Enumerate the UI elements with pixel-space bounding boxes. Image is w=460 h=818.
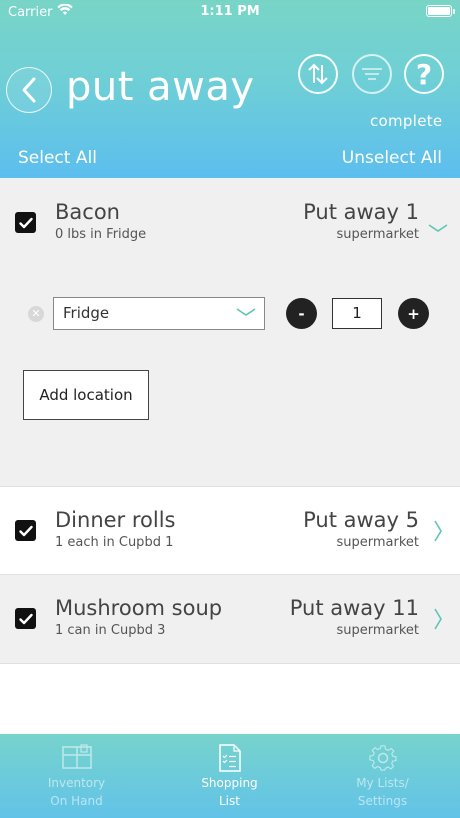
expand-button[interactable]	[433, 520, 443, 546]
filter-icon	[362, 68, 382, 80]
back-button[interactable]	[6, 67, 52, 113]
tab-bar: Inventory On Hand Shopping List My Lists…	[0, 734, 460, 818]
item-detail: 1 each in Cupbd 1	[55, 535, 174, 550]
location-select[interactable]: Fridge	[53, 297, 265, 330]
chevron-right-icon	[434, 608, 442, 630]
item-checkbox[interactable]	[15, 212, 36, 233]
put-away-count: Put away 1	[303, 200, 419, 224]
store-name: supermarket	[336, 535, 419, 550]
item-checkbox[interactable]	[15, 608, 36, 629]
item-name: Bacon	[55, 200, 120, 224]
increment-button[interactable]: +	[398, 298, 429, 329]
store-name: supermarket	[336, 623, 419, 638]
store-name: supermarket	[336, 227, 419, 242]
list-item[interactable]: Mushroom soup 1 can in Cupbd 3 Put away …	[0, 575, 460, 664]
chevron-left-icon	[22, 77, 36, 103]
header: Carrier 1:11 PM put away ? complete Sele…	[0, 0, 460, 178]
checkmark-icon	[18, 613, 33, 624]
put-away-count: Put away 5	[303, 508, 419, 532]
expand-button[interactable]	[433, 608, 443, 634]
chevron-right-icon	[434, 520, 442, 542]
put-away-count: Put away 11	[289, 596, 419, 620]
tab-label: Shopping List	[201, 776, 258, 808]
put-away-list: Bacon 0 lbs in Fridge Put away 1 superma…	[0, 178, 460, 664]
battery-icon	[426, 5, 452, 17]
page-title: put away	[66, 64, 255, 110]
unselect-all-button[interactable]: Unselect All	[342, 148, 442, 168]
tab-inventory[interactable]: Inventory On Hand	[0, 734, 153, 818]
tab-shopping-list[interactable]: Shopping List	[153, 734, 306, 818]
tab-label: Inventory On Hand	[47, 776, 106, 808]
close-icon: ✕	[31, 307, 41, 320]
decrement-button[interactable]: -	[286, 298, 317, 329]
location-select-value: Fridge	[63, 304, 110, 322]
status-bar: Carrier 1:11 PM	[0, 0, 460, 24]
plus-label: +	[407, 304, 420, 323]
item-checkbox[interactable]	[15, 520, 36, 541]
list-item: Bacon 0 lbs in Fridge Put away 1 superma…	[0, 178, 460, 487]
help-button[interactable]: ?	[404, 54, 444, 94]
filter-button[interactable]	[352, 54, 392, 94]
chevron-down-icon	[428, 224, 448, 232]
list-item[interactable]: Dinner rolls 1 each in Cupbd 1 Put away …	[0, 487, 460, 575]
tab-settings[interactable]: My Lists/ Settings	[306, 734, 459, 818]
item-name: Dinner rolls	[55, 508, 176, 532]
add-location-button[interactable]: Add location	[23, 370, 149, 420]
sort-icon	[308, 63, 328, 85]
complete-button[interactable]: complete	[370, 112, 442, 130]
inventory-icon	[61, 744, 92, 769]
item-detail: 1 can in Cupbd 3	[55, 623, 166, 638]
remove-location-button[interactable]: ✕	[28, 306, 44, 322]
checkmark-icon	[18, 217, 33, 228]
checkmark-icon	[18, 525, 33, 536]
select-all-button[interactable]: Select All	[18, 148, 97, 168]
item-name: Mushroom soup	[55, 596, 223, 620]
chevron-down-icon	[236, 308, 256, 316]
gear-icon	[368, 745, 397, 771]
collapse-button[interactable]	[428, 218, 448, 237]
status-time: 1:11 PM	[200, 4, 260, 19]
tab-label: My Lists/ Settings	[356, 776, 409, 808]
question-mark-icon: ?	[415, 57, 433, 91]
quantity-field[interactable]: 1	[332, 298, 382, 329]
sort-button[interactable]	[298, 54, 338, 94]
shopping-list-icon	[218, 744, 241, 772]
item-detail: 0 lbs in Fridge	[55, 227, 147, 242]
minus-label: -	[298, 304, 305, 323]
